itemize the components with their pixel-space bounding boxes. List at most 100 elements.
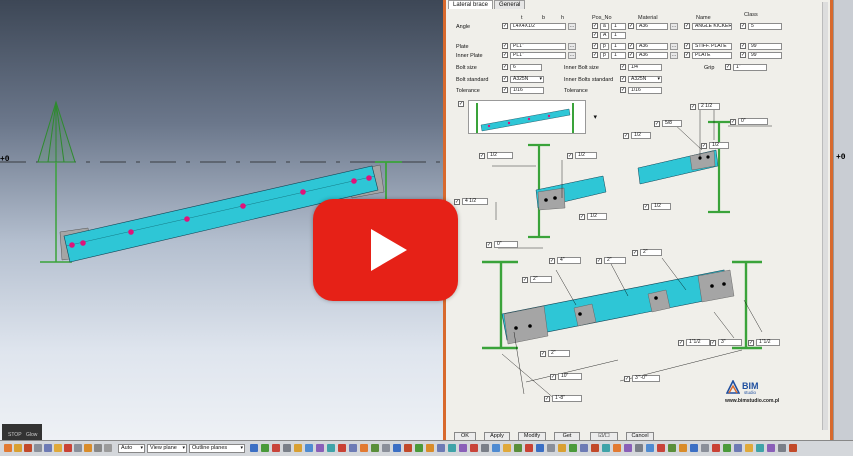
plate-name-field[interactable]: STIFF. PLATE xyxy=(692,43,732,50)
toolbar-tool-icon[interactable] xyxy=(404,444,412,452)
dim-bot-112a-checkbox[interactable] xyxy=(678,340,684,346)
angle-name-checkbox[interactable] xyxy=(684,23,690,29)
inner-bolt-standard-checkbox[interactable] xyxy=(620,76,626,82)
plate-checkbox[interactable] xyxy=(502,43,508,49)
toolbar-tool-icon[interactable] xyxy=(360,444,368,452)
dim-bot-3-field[interactable]: 3" xyxy=(718,339,742,346)
plate-profile-browse-button[interactable]: … xyxy=(568,43,576,50)
plate-name-checkbox[interactable] xyxy=(684,43,690,49)
inner-bolt-size-field[interactable]: 1/4 xyxy=(628,64,662,71)
tolerance-checkbox[interactable] xyxy=(502,87,508,93)
angle-profile-browse-button[interactable]: … xyxy=(568,23,576,30)
dim-bot-112b-checkbox[interactable] xyxy=(748,340,754,346)
plate-class-checkbox[interactable] xyxy=(740,43,746,49)
angle-pos-no-field[interactable]: 1 xyxy=(611,23,626,30)
inner-plate-pos-checkbox[interactable] xyxy=(592,52,598,58)
toolbar-tool-icon[interactable] xyxy=(613,444,621,452)
toolbar-tool-icon[interactable] xyxy=(470,444,478,452)
toolbar-tool-icon[interactable] xyxy=(745,444,753,452)
toolbar-tool-icon[interactable] xyxy=(635,444,643,452)
toolbar-tool-icon[interactable] xyxy=(349,444,357,452)
dim-bot-2a-checkbox[interactable] xyxy=(596,258,602,264)
dim-left-top1-checkbox[interactable] xyxy=(479,153,485,159)
tab-general[interactable]: General xyxy=(494,0,526,9)
outline-select[interactable]: Outline planes xyxy=(189,444,245,453)
toolbar-tool-icon[interactable] xyxy=(481,444,489,452)
toolbar-tool-icon[interactable] xyxy=(789,444,797,452)
dim-bot-1-8-field[interactable]: 1'-8" xyxy=(552,395,582,402)
toolbar-tool-icon[interactable] xyxy=(646,444,654,452)
dim-left-side-field[interactable]: 4 1/2 xyxy=(462,198,488,205)
dim-bot-3-checkbox[interactable] xyxy=(710,340,716,346)
toolbar-tool-icon[interactable] xyxy=(459,444,467,452)
stop-label[interactable]: STOP xyxy=(8,432,22,438)
dim-right-1-2c-checkbox[interactable] xyxy=(643,204,649,210)
dim-bot-10-checkbox[interactable] xyxy=(550,374,556,380)
dim-bot-2c-field[interactable]: 2" xyxy=(530,276,552,283)
dim-bot-2b-field[interactable]: 2" xyxy=(640,249,662,256)
dim-right-1-2c-field[interactable]: 1/2 xyxy=(651,203,671,210)
bolt-standard-checkbox[interactable] xyxy=(502,76,508,82)
toolbar-tool-icon[interactable] xyxy=(547,444,555,452)
angle-pos-prefix-field[interactable]: a xyxy=(600,23,609,30)
filter-icon[interactable] xyxy=(74,444,82,452)
angle2-pos-no-field[interactable]: 1 xyxy=(611,32,626,39)
toolbar-tool-icon[interactable] xyxy=(338,444,346,452)
dim-bot-2c-checkbox[interactable] xyxy=(522,277,528,283)
angle2-pos-prefix-field[interactable]: A xyxy=(600,32,609,39)
plate-material-field[interactable]: A36 xyxy=(636,43,668,50)
dim-bot-4-field[interactable]: 4" xyxy=(557,257,581,264)
toolbar-tool-icon[interactable] xyxy=(558,444,566,452)
angle-material-checkbox[interactable] xyxy=(628,23,634,29)
dim-bot-2a-field[interactable]: 2" xyxy=(604,257,626,264)
dim-right-1-2a-checkbox[interactable] xyxy=(623,133,629,139)
bolt-standard-select[interactable]: A325N xyxy=(510,76,544,83)
toolbar-tool-icon[interactable] xyxy=(624,444,632,452)
dim-bot-total-checkbox[interactable] xyxy=(624,376,630,382)
plate-pos-checkbox[interactable] xyxy=(592,43,598,49)
dim-right-1-2b-checkbox[interactable] xyxy=(701,143,707,149)
select-icon[interactable] xyxy=(4,444,12,452)
bolt-size-field[interactable]: 6 xyxy=(510,64,542,71)
toolbar-tool-icon[interactable] xyxy=(569,444,577,452)
toolbar-tool-icon[interactable] xyxy=(580,444,588,452)
toolbar-tool-icon[interactable] xyxy=(525,444,533,452)
dim-left-bot2-field[interactable]: 0" xyxy=(494,241,518,248)
plate-profile-field[interactable]: PL1" xyxy=(510,43,566,50)
inner-plate-material-field[interactable]: A36 xyxy=(636,52,668,59)
dim-left-top2-field[interactable]: 1/2 xyxy=(575,152,597,159)
angle-material-field[interactable]: A36 xyxy=(636,23,668,30)
tolerance-field[interactable]: 1/16 xyxy=(510,87,544,94)
inner-plate-material-checkbox[interactable] xyxy=(628,52,634,58)
dim-left-bot2-checkbox[interactable] xyxy=(486,242,492,248)
dim-right-top-field[interactable]: 2 1/2 xyxy=(698,103,720,110)
angle-class-checkbox[interactable] xyxy=(740,23,746,29)
toolbar-tool-icon[interactable] xyxy=(393,444,401,452)
toolbar-tool-icon[interactable] xyxy=(492,444,500,452)
grip-checkbox[interactable] xyxy=(725,64,731,70)
dim-bot-112a-field[interactable]: 1"1/2 xyxy=(686,339,710,346)
grip-field[interactable]: 1" xyxy=(733,64,767,71)
toolbar-tool-icon[interactable] xyxy=(734,444,742,452)
toolbar-tool-icon[interactable] xyxy=(261,444,269,452)
toolbar-tool-icon[interactable] xyxy=(327,444,335,452)
dim-bot-total-field[interactable]: 3'"-0" xyxy=(632,375,660,382)
dim-bot-4-checkbox[interactable] xyxy=(549,258,555,264)
toolbar-tool-icon[interactable] xyxy=(723,444,731,452)
toolbar-tool-icon[interactable] xyxy=(294,444,302,452)
angle-pos-checkbox[interactable] xyxy=(592,23,598,29)
dim-right-0-checkbox[interactable] xyxy=(730,119,736,125)
dim-left-bot1-checkbox[interactable] xyxy=(579,214,585,220)
dim-left-top1-field[interactable]: 1/2 xyxy=(487,152,513,159)
inner-plate-pos-prefix-field[interactable]: p xyxy=(600,52,609,59)
inner-plate-name-field[interactable]: PLATE xyxy=(692,52,732,59)
plate-class-field[interactable]: 99 xyxy=(748,43,782,50)
toolbar-tool-icon[interactable] xyxy=(679,444,687,452)
inner-plate-profile-browse-button[interactable]: … xyxy=(568,52,576,59)
inner-bolt-size-checkbox[interactable] xyxy=(620,64,626,70)
snap-icon[interactable] xyxy=(14,444,22,452)
toolbar-tool-icon[interactable] xyxy=(657,444,665,452)
toolbar-tool-icon[interactable] xyxy=(668,444,676,452)
dim-bot-2d-field[interactable]: 2" xyxy=(548,350,570,357)
inner-plate-class-field[interactable]: 99 xyxy=(748,52,782,59)
